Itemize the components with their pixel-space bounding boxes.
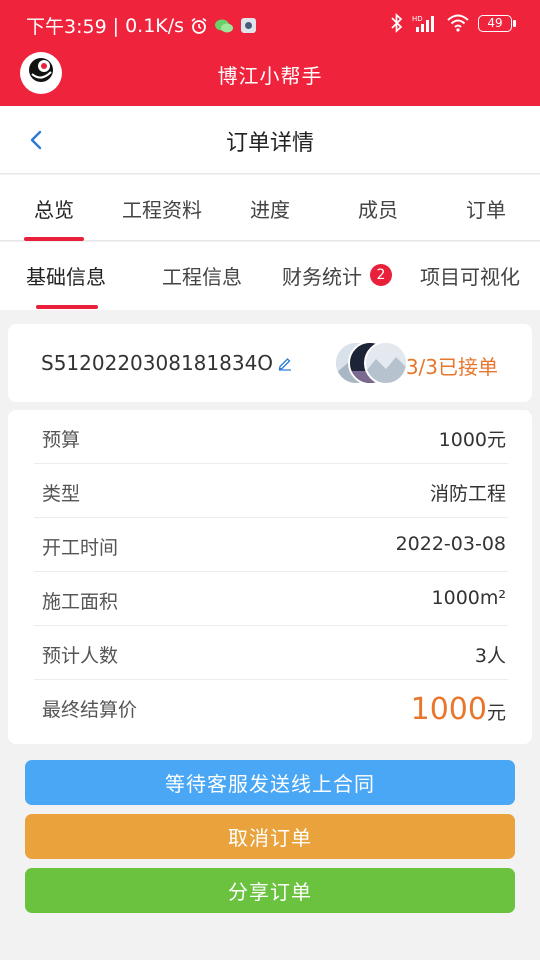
tab-label: 成员 — [358, 197, 398, 222]
back-button[interactable] — [24, 126, 52, 154]
tab-orders[interactable]: 订单 — [446, 175, 526, 241]
await-contract-button[interactable]: 等待客服发送线上合同 — [25, 760, 515, 805]
sub-tab-bar: 基础信息 工程信息 财务统计 2 项目可视化 — [0, 242, 540, 310]
final-price-unit: 元 — [486, 702, 506, 724]
share-order-button[interactable]: 分享订单 — [25, 868, 515, 913]
info-row-area: 施工面积 1000m² — [34, 572, 508, 626]
final-price: 1000元 — [411, 692, 506, 727]
info-value: 1000元 — [438, 429, 506, 451]
info-row-start-date: 开工时间 2022-03-08 — [34, 518, 508, 572]
info-value: 1000m² — [431, 587, 506, 609]
camera-notif-icon — [241, 18, 257, 33]
app-header: 下午3:59 | 0.1K/s HD 49 博江小帮手 — [0, 0, 540, 106]
subtab-label: 基础信息 — [26, 264, 106, 289]
info-label: 施工面积 — [42, 591, 119, 613]
bluetooth-icon — [391, 13, 403, 33]
info-row-budget: 预算 1000元 — [34, 410, 508, 464]
chevron-left-icon — [30, 130, 42, 150]
info-value: 3人 — [474, 645, 506, 667]
subtab-basic-info[interactable]: 基础信息 — [26, 242, 106, 308]
wifi-icon — [447, 14, 469, 32]
info-row-type: 类型 消防工程 — [34, 464, 508, 518]
tab-project-docs[interactable]: 工程资料 — [108, 175, 216, 241]
alarm-icon — [191, 17, 207, 34]
network-speed: 0.1K/s — [125, 14, 185, 37]
status-right: HD 49 — [390, 13, 516, 33]
status-separator: | — [112, 14, 120, 37]
final-price-amount: 1000 — [410, 692, 487, 727]
main-tab-bar: 总览 工程资料 进度 成员 订单 — [0, 175, 540, 241]
info-label: 预算 — [42, 429, 81, 451]
subtab-finance-stats[interactable]: 财务统计 2 — [282, 242, 392, 308]
tab-overview[interactable]: 总览 — [14, 175, 94, 241]
subtab-label: 财务统计 — [282, 264, 362, 289]
active-subtab-indicator — [36, 305, 98, 309]
accept-status: 3/3已接单 — [405, 355, 498, 379]
tab-label: 总览 — [34, 197, 74, 222]
info-label: 最终结算价 — [42, 699, 138, 721]
info-label: 预计人数 — [42, 645, 119, 667]
info-row-headcount: 预计人数 3人 — [34, 626, 508, 680]
member-avatars[interactable] — [334, 341, 408, 385]
subtab-label: 工程信息 — [162, 264, 242, 289]
nav-bar: 订单详情 — [0, 106, 540, 174]
status-time: 下午3:59 — [26, 16, 107, 38]
app-title: 博江小帮手 — [217, 64, 323, 88]
avatar — [364, 341, 408, 385]
notification-badge: 2 — [370, 264, 392, 286]
tab-label: 订单 — [466, 197, 506, 222]
tab-label: 工程资料 — [122, 197, 202, 222]
info-value: 消防工程 — [429, 483, 506, 505]
cancel-order-button[interactable]: 取消订单 — [25, 814, 515, 859]
tab-label: 进度 — [250, 197, 290, 222]
tab-members[interactable]: 成员 — [338, 175, 418, 241]
battery-level: 49 — [487, 16, 503, 30]
order-number-text: S5120220308181834O — [41, 351, 274, 375]
info-row-final-price: 最终结算价 1000元 — [34, 680, 508, 744]
tab-progress[interactable]: 进度 — [230, 175, 310, 241]
info-label: 开工时间 — [42, 537, 119, 559]
battery-icon: 49 — [478, 14, 516, 32]
wechat-icon — [215, 19, 234, 32]
edit-icon[interactable] — [277, 355, 293, 371]
subtab-project-visualization[interactable]: 项目可视化 — [420, 242, 520, 308]
info-label: 类型 — [42, 483, 81, 505]
svg-text:HD: HD — [412, 15, 423, 23]
order-card: S5120220308181834O 3/3已接单 — [8, 324, 532, 402]
info-value: 2022-03-08 — [395, 533, 506, 555]
page-title: 订单详情 — [225, 131, 314, 156]
subtab-engineering-info[interactable]: 工程信息 — [162, 242, 242, 308]
status-bar: 下午3:59 | 0.1K/s HD 49 — [0, 0, 540, 50]
subtab-label: 项目可视化 — [420, 264, 520, 289]
order-number: S5120220308181834O — [41, 351, 293, 375]
status-left: 下午3:59 | 0.1K/s — [26, 12, 257, 39]
hd-signal-icon: HD — [412, 15, 434, 32]
order-info-card: 预算 1000元 类型 消防工程 开工时间 2022-03-08 施工面积 10… — [8, 410, 532, 744]
active-tab-indicator — [24, 237, 84, 241]
